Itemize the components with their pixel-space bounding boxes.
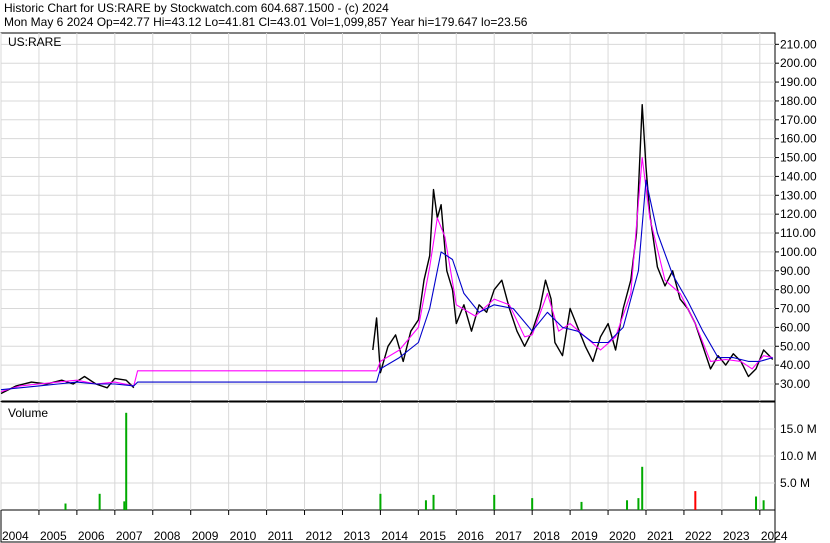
- volume-axis-labels: 5.0 M 10.0 M 15.0 M: [780, 422, 817, 490]
- year-label: 2022: [685, 529, 712, 543]
- price-tick-label: 150.00: [780, 151, 817, 165]
- price-tick-label: 50.00: [780, 339, 810, 353]
- price-tick-label: 130.00: [780, 188, 817, 202]
- year-label: 2005: [40, 529, 67, 543]
- year-label: 2018: [533, 529, 560, 543]
- price-tick-label: 80.00: [780, 283, 810, 297]
- price-grid: [0, 33, 779, 510]
- price-tick-label: 170.00: [780, 113, 817, 127]
- volume-bar: [694, 491, 697, 510]
- volume-bars-group: [64, 412, 765, 510]
- price-tick-label: 60.00: [780, 320, 810, 334]
- volume-bar: [762, 500, 765, 510]
- price-tick-label: 160.00: [780, 132, 817, 146]
- volume-bar: [493, 494, 496, 510]
- price-tick-label: 120.00: [780, 207, 817, 221]
- year-label: 2006: [78, 529, 105, 543]
- volume-grid: [1, 428, 775, 484]
- ticker-label: US:RARE: [8, 35, 61, 49]
- year-label: 2015: [419, 529, 446, 543]
- volume-tick-label: 15.0 M: [780, 422, 817, 436]
- volume-bar: [531, 498, 534, 510]
- price-tick-label: 190.00: [780, 75, 817, 89]
- historic-price-chart: 30.00 40.00 50.00 60.00 70.00 80.00 90.00 100.0…: [0, 32, 817, 543]
- year-label: 2012: [306, 529, 333, 543]
- volume-bar: [432, 494, 435, 510]
- price-tick-label: 90.00: [780, 264, 810, 278]
- year-label: 2011: [268, 529, 294, 543]
- price-tick-label: 30.00: [780, 377, 810, 391]
- price-tick-label: 140.00: [780, 169, 817, 183]
- volume-bar: [98, 493, 101, 510]
- price-tick-label: 200.00: [780, 56, 817, 70]
- price-tick-label: 70.00: [780, 302, 810, 316]
- series-ma_long-line: [0, 179, 773, 391]
- volume-bar: [637, 498, 640, 510]
- year-label: 2009: [192, 529, 219, 543]
- year-label: 2010: [230, 529, 257, 543]
- year-label: 2014: [381, 529, 408, 543]
- volume-bar: [379, 493, 382, 510]
- year-label: 2024: [761, 529, 788, 543]
- volume-bar: [424, 500, 427, 510]
- price-series-group: [0, 104, 774, 395]
- price-tick-label: 180.00: [780, 94, 817, 108]
- series-ma_short-line: [0, 157, 773, 393]
- volume-label: Volume: [8, 406, 48, 420]
- year-label: 2013: [343, 529, 370, 543]
- year-label: 2020: [609, 529, 636, 543]
- year-axis-labels: 2004 2005 2006 2007 2008 2009 2010 2011 2012 2013…: [0, 510, 788, 543]
- volume-bar: [580, 501, 583, 510]
- volume-tick-label: 10.0 M: [780, 449, 817, 463]
- price-tick-label: 100.00: [780, 245, 817, 259]
- volume-bar: [755, 496, 758, 510]
- year-label: 2008: [154, 529, 181, 543]
- year-label: 2021: [647, 529, 674, 543]
- volume-bar: [641, 466, 644, 510]
- price-tick-label: 210.00: [780, 37, 817, 51]
- stock-chart-page: Historic Chart for US:RARE by Stockwatch…: [0, 0, 830, 543]
- year-label: 2016: [457, 529, 484, 543]
- volume-bar: [64, 503, 67, 510]
- year-label: 2007: [116, 529, 143, 543]
- price-tick-label: 40.00: [780, 358, 810, 372]
- volume-bar: [626, 500, 629, 510]
- price-tick-label: 110.00: [780, 226, 816, 240]
- volume-bar: [123, 501, 126, 510]
- year-label: 2004: [2, 529, 29, 543]
- year-label: 2017: [495, 529, 522, 543]
- volume-bar: [125, 412, 128, 510]
- year-label: 2023: [723, 529, 750, 543]
- price-axis-labels: 30.00 40.00 50.00 60.00 70.00 80.00 90.00 100.0…: [780, 37, 817, 391]
- volume-tick-label: 5.0 M: [780, 476, 810, 490]
- year-label: 2019: [571, 529, 598, 543]
